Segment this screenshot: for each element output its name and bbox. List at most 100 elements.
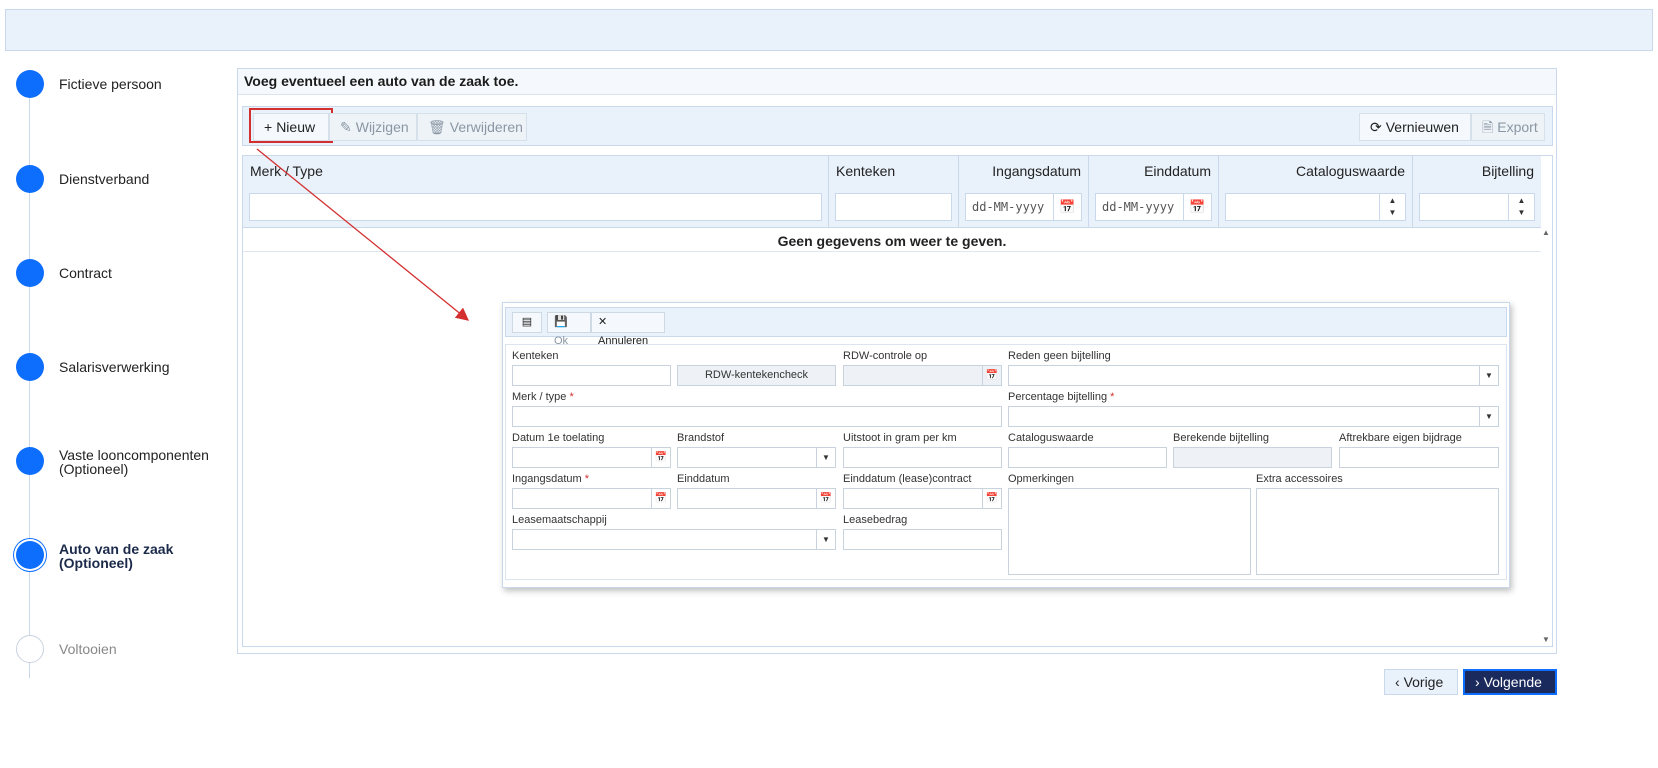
label-rdw-controle-op: RDW-controle op bbox=[843, 350, 928, 362]
calendar-icon[interactable]: 📅 bbox=[1053, 194, 1081, 220]
chevron-down-icon[interactable]: ▼ bbox=[816, 448, 835, 467]
column-header[interactable]: Kenteken bbox=[836, 163, 951, 179]
leasemaatschappij-select[interactable]: ▼ bbox=[512, 529, 836, 550]
label-uitstoot: Uitstoot in gram per km bbox=[843, 432, 957, 444]
label-aftrekbare-eigen-bijdrage: Aftrekbare eigen bijdrage bbox=[1339, 432, 1462, 444]
chevron-down-icon[interactable]: ▼ bbox=[1479, 366, 1498, 385]
step-dot-active bbox=[16, 541, 44, 569]
calendar-icon[interactable]: 📅 bbox=[816, 489, 835, 508]
ok-button[interactable]: 💾 Ok bbox=[547, 312, 591, 347]
extra-accessoires-textarea[interactable] bbox=[1256, 488, 1499, 575]
step-contract[interactable]: Contract bbox=[16, 259, 246, 299]
label-datum-1e-toelating: Datum 1e toelating bbox=[512, 432, 605, 444]
previous-button-label: Vorige bbox=[1403, 674, 1444, 690]
step-label: Salarisverwerking bbox=[59, 359, 170, 375]
einddatum-input[interactable]: 📅 bbox=[677, 488, 836, 509]
filter-cataloguswaarde-input[interactable]: ▲ ▼ bbox=[1225, 193, 1406, 221]
cataloguswaarde-input[interactable] bbox=[1008, 447, 1167, 468]
step-vaste-looncomponenten[interactable]: Vaste looncomponenten (Optioneel) bbox=[16, 447, 246, 487]
new-button[interactable]: + Nieuw bbox=[253, 113, 329, 141]
filter-ingangsdatum-input[interactable]: dd-MM-yyyy 📅 bbox=[965, 193, 1082, 221]
einddatum-lease-input[interactable]: 📅 bbox=[843, 488, 1002, 509]
leasebedrag-input[interactable] bbox=[843, 529, 1002, 550]
chevron-left-icon: ‹ bbox=[1395, 674, 1400, 690]
filter-kenteken-input[interactable] bbox=[835, 193, 952, 221]
plus-icon: + bbox=[264, 119, 273, 135]
reden-geen-bijtelling-select[interactable]: ▼ bbox=[1008, 365, 1499, 386]
step-dienstverband[interactable]: Dienstverband bbox=[16, 165, 246, 205]
column-header[interactable]: Cataloguswaarde bbox=[1226, 163, 1405, 179]
calendar-icon[interactable]: 📅 bbox=[1183, 194, 1211, 220]
grid-scrollbar[interactable]: ▲ ▼ bbox=[1540, 228, 1552, 646]
filter-bijtelling-input[interactable]: ▲ ▼ bbox=[1419, 193, 1535, 221]
brandstof-select[interactable]: ▼ bbox=[677, 447, 836, 468]
export-button-label: Export bbox=[1497, 119, 1538, 135]
column-header[interactable]: Bijtelling bbox=[1420, 163, 1534, 179]
column-merk-type: Merk / Type bbox=[243, 156, 829, 228]
car-form: Kenteken RDW-kentekencheck RDW-controle … bbox=[505, 344, 1507, 580]
chevron-down-icon[interactable]: ▼ bbox=[1479, 407, 1498, 426]
label-percentage-bijtelling: Percentage bijtelling * bbox=[1008, 391, 1115, 403]
berekende-bijtelling-field bbox=[1173, 447, 1332, 468]
label-brandstof: Brandstof bbox=[677, 432, 725, 444]
step-label: Voltooien bbox=[59, 641, 117, 657]
previous-button[interactable]: ‹ Vorige bbox=[1384, 669, 1458, 695]
step-salarisverwerking[interactable]: Salarisverwerking bbox=[16, 353, 246, 393]
spinner-icon[interactable]: ▲ ▼ bbox=[1379, 194, 1405, 220]
form-toggle-button[interactable]: ▤ bbox=[512, 312, 542, 333]
file-export-icon: 🗎 bbox=[1482, 119, 1494, 135]
label-berekende-bijtelling: Berekende bijtelling bbox=[1173, 432, 1270, 444]
grid-toolbar: + Nieuw ✎ Wijzigen 🗑 Verwijderen ⟳ Vernieuwe… bbox=[242, 106, 1553, 146]
pencil-icon: ✎ bbox=[340, 119, 352, 135]
step-label: Dienstverband bbox=[59, 171, 150, 187]
scroll-up-icon[interactable]: ▲ bbox=[1542, 228, 1550, 237]
wizard-steps: Fictieve persoon Dienstverband Contract … bbox=[0, 70, 240, 710]
export-button[interactable]: 🗎 Export bbox=[1471, 113, 1545, 141]
edit-button[interactable]: ✎ Wijzigen bbox=[329, 113, 417, 141]
step-fictieve-persoon[interactable]: Fictieve persoon bbox=[16, 70, 246, 110]
step-auto-van-de-zaak[interactable]: Auto van de zaak (Optioneel) bbox=[16, 541, 246, 581]
calendar-icon[interactable]: 📅 bbox=[651, 489, 670, 508]
date-placeholder: dd-MM-yyyy bbox=[1102, 200, 1175, 214]
filter-merk-type-input[interactable] bbox=[249, 193, 822, 221]
chevron-down-icon[interactable]: ▼ bbox=[816, 530, 835, 549]
label-ingangsdatum: Ingangsdatum * bbox=[512, 473, 590, 485]
column-header[interactable]: Ingangsdatum bbox=[966, 163, 1081, 179]
step-dot bbox=[16, 353, 44, 381]
delete-button[interactable]: 🗑 Verwijderen bbox=[417, 113, 527, 141]
form-toolbar: ▤ 💾 Ok ✕ Annuleren bbox=[505, 307, 1507, 347]
date-placeholder: dd-MM-yyyy bbox=[972, 200, 1045, 214]
label-einddatum-lease: Einddatum (lease)contract bbox=[843, 473, 972, 485]
list-icon: ▤ bbox=[521, 316, 533, 328]
calendar-icon: 📅 bbox=[982, 366, 1001, 385]
column-header[interactable]: Merk / Type bbox=[250, 163, 821, 179]
calendar-icon[interactable]: 📅 bbox=[651, 448, 670, 467]
next-button[interactable]: › Volgende bbox=[1463, 669, 1557, 695]
ingangsdatum-input[interactable]: 📅 bbox=[512, 488, 671, 509]
label-leasebedrag: Leasebedrag bbox=[843, 514, 908, 526]
spinner-icon[interactable]: ▲ ▼ bbox=[1508, 194, 1534, 220]
percentage-bijtelling-select[interactable]: ▼ bbox=[1008, 406, 1499, 427]
label-cataloguswaarde: Cataloguswaarde bbox=[1008, 432, 1094, 444]
filter-einddatum-input[interactable]: dd-MM-yyyy 📅 bbox=[1095, 193, 1212, 221]
opmerkingen-textarea[interactable] bbox=[1008, 488, 1251, 575]
label-reden-geen-bijtelling: Reden geen bijtelling bbox=[1008, 350, 1111, 362]
aftrekbare-eigen-bijdrage-input[interactable] bbox=[1339, 447, 1499, 468]
label-kenteken: Kenteken bbox=[512, 350, 559, 362]
step-voltooien[interactable]: Voltooien bbox=[16, 635, 246, 675]
save-icon: 💾 bbox=[554, 316, 568, 328]
refresh-button[interactable]: ⟳ Vernieuwen bbox=[1359, 113, 1471, 141]
label-merk-type: Merk / type * bbox=[512, 391, 574, 403]
cancel-button[interactable]: ✕ Annuleren bbox=[591, 312, 665, 347]
column-ingangsdatum: Ingangsdatum dd-MM-yyyy 📅 bbox=[959, 156, 1089, 228]
step-dot bbox=[16, 259, 44, 287]
rdw-check-button[interactable]: RDW-kentekencheck bbox=[677, 365, 836, 386]
kenteken-input[interactable] bbox=[512, 365, 671, 386]
merk-type-input[interactable] bbox=[512, 406, 1002, 427]
calendar-icon[interactable]: 📅 bbox=[982, 489, 1001, 508]
refresh-icon: ⟳ bbox=[1370, 119, 1382, 135]
column-header[interactable]: Einddatum bbox=[1096, 163, 1211, 179]
datum-1e-toelating-input[interactable]: 📅 bbox=[512, 447, 671, 468]
scroll-down-icon[interactable]: ▼ bbox=[1542, 635, 1550, 644]
uitstoot-input[interactable] bbox=[843, 447, 1002, 468]
